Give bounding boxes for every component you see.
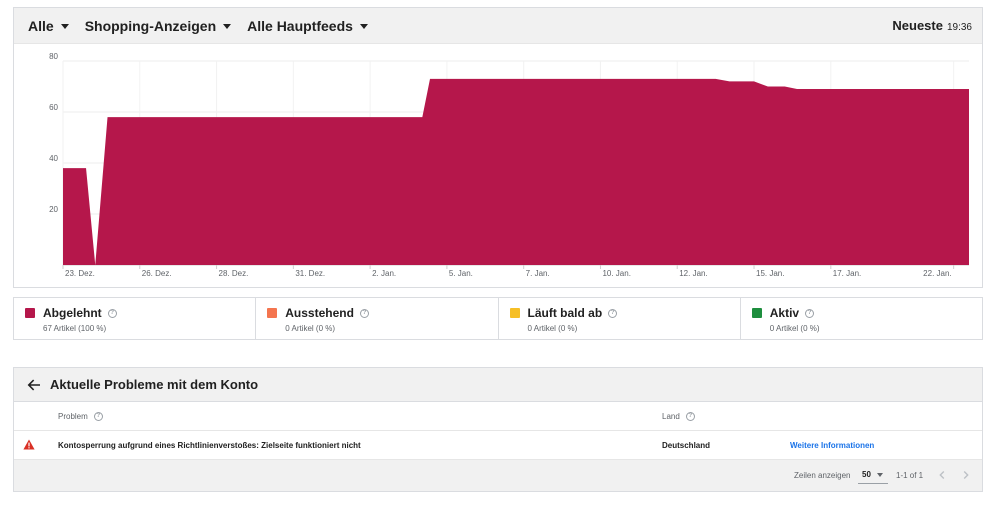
column-header-country[interactable]: Land ? [662,411,695,421]
latest-label: Neueste [892,18,943,33]
chevron-down-icon [359,23,368,29]
legend-label: Ausstehend [285,306,354,320]
y-tick-label: 40 [49,154,58,163]
help-icon[interactable]: ? [93,411,103,421]
x-tick-label: 5. Jan. [449,269,473,278]
account-issues-card: Aktuelle Probleme mit dem Konto Problem … [13,367,983,492]
help-icon[interactable]: ? [685,411,695,421]
chart-toolbar: Alle Shopping-Anzeigen Alle Hauptfeeds N… [14,8,982,44]
legend-swatch [25,308,35,318]
legend-count: 0 Artikel (0 %) [527,324,578,333]
issues-table-header: Problem ? Land ? [14,402,982,431]
legend-swatch [267,308,278,318]
x-tick-label: 22. Jan. [923,269,951,278]
warning-icon [23,439,35,450]
legend-item-pending[interactable]: Ausstehend ? 0 Artikel (0 %) [256,298,499,339]
help-icon[interactable]: ? [805,308,815,318]
rows-per-page-select[interactable]: 50 [858,466,888,484]
column-header-country-label: Land [662,411,680,421]
legend-count: 0 Artikel (0 %) [285,324,336,333]
legend-item-expiring[interactable]: Läuft bald ab ? 0 Artikel (0 %) [499,298,741,339]
rows-per-page-value: 50 [862,470,871,479]
x-tick-label: 31. Dez. [295,269,325,278]
chevron-left-icon[interactable] [936,469,948,481]
help-icon[interactable]: ? [608,308,618,318]
filter-feed-label: Alle Hauptfeeds [247,17,353,34]
legend-item-rejected[interactable]: Abgelehnt ? 67 Artikel (100 %) [14,298,257,339]
help-icon[interactable]: ? [107,308,117,318]
status-area-chart: 20 40 60 80 23. Dez. 26. Dez. 28. Dez. 31. Dez.… [49,52,969,278]
filter-scope-dropdown[interactable]: Alle [28,18,69,34]
x-tick-label: 15. Jan. [756,269,784,278]
issue-description: Kontosperrung aufgrund eines Richtlinien… [58,440,361,450]
latest-time: 19:36 [946,22,972,33]
y-tick-label: 80 [49,52,58,61]
help-icon[interactable]: ? [359,308,369,318]
column-header-problem-label: Problem [58,411,88,421]
issues-header: Aktuelle Probleme mit dem Konto [14,368,982,402]
chevron-right-icon[interactable] [960,469,972,481]
chevron-down-icon [60,23,69,29]
x-tick-label: 10. Jan. [602,269,630,278]
filter-destination-dropdown[interactable]: Shopping-Anzeigen [84,17,232,34]
filter-scope-label: Alle [28,17,54,34]
table-row: Kontosperrung aufgrund eines Richtlinien… [14,431,982,460]
legend-label: Aktiv [769,306,800,320]
legend-swatch [751,308,762,318]
status-legend: Abgelehnt ? 67 Artikel (100 %) Ausstehen… [13,297,983,340]
y-tick-label: 60 [49,103,58,112]
x-tick-label: 28. Dez. [219,269,249,278]
table-pagination: Zeilen anzeigen 50 1-1 of 1 [14,460,982,491]
legend-swatch [509,308,520,318]
legend-label: Läuft bald ab [527,306,603,320]
legend-count: 67 Artikel (100 %) [43,324,107,333]
filter-feed-dropdown[interactable]: Alle Hauptfeeds [247,18,368,34]
arrow-left-icon[interactable] [26,377,42,393]
column-header-problem[interactable]: Problem ? [58,411,103,421]
latest-update: Neueste 19:36 [892,18,972,33]
y-tick-label: 20 [49,205,58,214]
x-tick-label: 12. Jan. [679,269,707,278]
chevron-down-icon [223,23,232,29]
legend-count: 0 Artikel (0 %) [769,324,820,333]
filter-destination-label: Shopping-Anzeigen [84,17,217,34]
chevron-down-icon [876,472,883,477]
more-info-link[interactable]: Weitere Informationen [790,441,874,450]
legend-item-active[interactable]: Aktiv ? 0 Artikel (0 %) [741,298,982,339]
x-tick-label: 2. Jan. [372,269,396,278]
issues-title: Aktuelle Probleme mit dem Konto [50,377,259,392]
x-tick-label: 23. Dez. [65,269,95,278]
issue-country: Deutschland [662,440,711,450]
status-chart-card: Alle Shopping-Anzeigen Alle Hauptfeeds N… [13,7,983,288]
x-tick-label: 17. Jan. [833,269,861,278]
x-tick-label: 26. Dez. [142,269,172,278]
pagination-range: 1-1 of 1 [896,471,924,480]
legend-label: Abgelehnt [43,306,102,320]
area-series-rejected [63,78,969,265]
rows-per-page-label: Zeilen anzeigen [794,471,851,480]
x-tick-label: 7. Jan. [526,269,550,278]
